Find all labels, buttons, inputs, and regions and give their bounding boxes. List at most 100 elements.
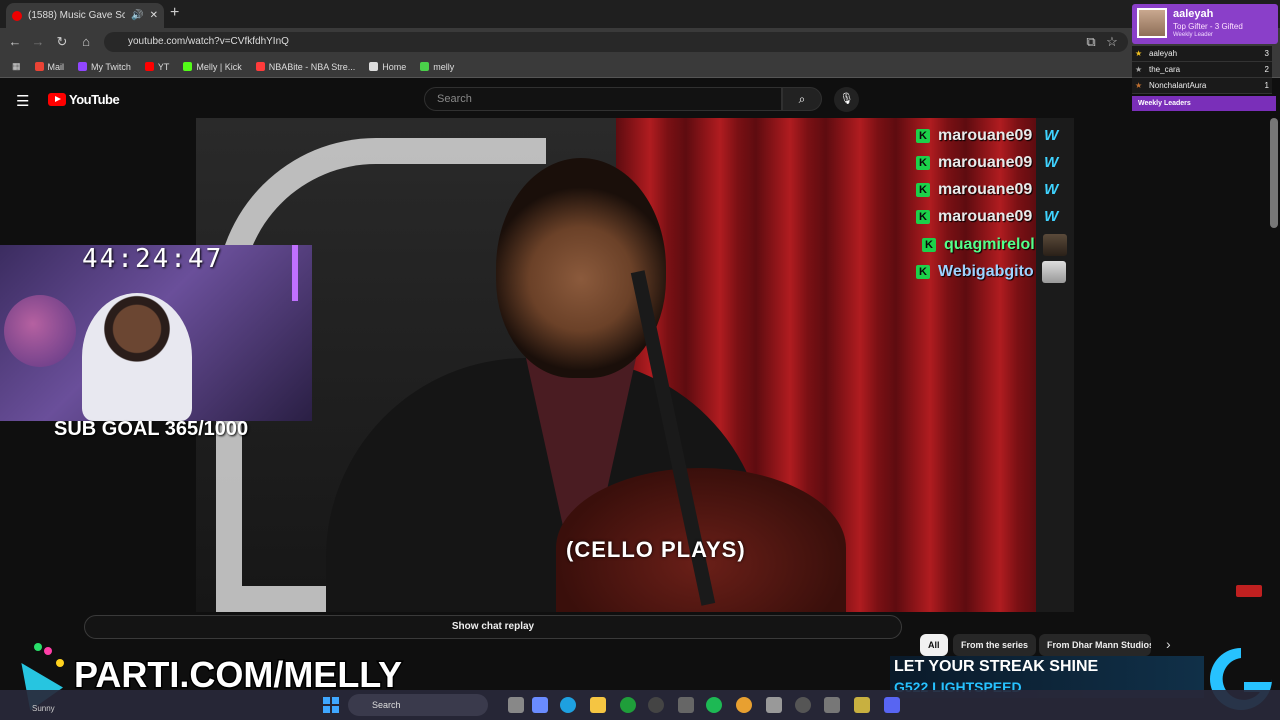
xbox-icon[interactable] [620,697,636,713]
bookmark-melly-kick[interactable]: Melly | Kick [183,62,242,72]
page-scrollbar[interactable] [1270,118,1278,228]
browser-tab-strip [0,0,1280,28]
discord-icon[interactable] [884,697,900,713]
kick-icon [183,62,193,71]
user-avatar [1042,234,1067,256]
windows-taskbar [0,690,1280,720]
chat-username: Webigabgito [938,263,1034,280]
w-badge-icon: W [1044,154,1059,171]
youtube-favicon-icon [12,10,22,21]
app-icon[interactable] [854,697,870,713]
star-icon: ★ [1135,65,1143,74]
close-tab-icon[interactable]: ✕ [150,10,158,21]
apps-icon[interactable]: ▦ [12,61,21,72]
kick-icon: K [916,156,930,170]
bookmark-mail[interactable]: Mail [34,62,64,72]
led-light [292,245,298,301]
user-avatar [1041,261,1066,283]
kick-icon: K [916,210,930,224]
top-gifter-avatar [1137,8,1167,38]
subscribe-watermark-icon[interactable] [1236,585,1262,597]
back-icon[interactable]: ← [6,33,24,51]
bookmark-star-icon[interactable]: ☆ [1103,33,1121,51]
task-view-icon[interactable] [508,697,524,713]
app-icon[interactable] [824,697,840,713]
leaderboard-footer: Weekly Leaders [1132,96,1276,111]
menu-icon[interactable]: ☰ [16,92,29,110]
show-chat-replay-button[interactable]: Show chat replay [84,615,902,639]
stream-timer: 44:24:47 [82,244,224,274]
bookmark-melly[interactable]: melly [420,62,454,72]
spotify-icon[interactable] [706,697,722,713]
chevron-right-icon[interactable]: › [1166,636,1171,652]
bookmark-my-twitch[interactable]: My Twitch [78,62,131,72]
cellist-head [496,158,666,378]
mic-icon: 🎙 [839,93,854,105]
leaderboard-list: ★ aaleyah 3 ★ the_cara 2 ★ NonchalantAura 1 [1132,46,1272,94]
chip-from-the-series[interactable]: From the series [953,634,1037,656]
mail-icon [34,62,44,71]
kick-icon: K [916,183,930,197]
chrome-icon[interactable] [736,697,752,713]
voice-search-button[interactable]: 🎙 [834,87,859,112]
github-icon[interactable] [648,697,664,713]
media-player-icon[interactable] [795,697,811,713]
leaderboard-row: ★ aaleyah 3 [1132,46,1272,62]
reload-icon[interactable]: ↻ [53,33,71,51]
copilot-icon[interactable] [532,697,548,713]
kick-icon: K [916,265,930,279]
chat-username: marouane09 [938,154,1033,171]
bookmark-nbabite[interactable]: NBABite - NBA Stre... [255,62,355,72]
melly-icon [420,62,430,71]
chat-message: K Webigabgito [916,260,1066,284]
top-gifter-name: aaleyah [1173,8,1214,20]
video-caption: (CELLO PLAYS) [566,537,746,562]
taskbar-search[interactable]: Search [348,694,488,716]
nbabite-icon [255,62,265,71]
sub-goal: SUB GOAL 365/1000 [54,418,249,440]
search-input[interactable]: Search [424,87,782,111]
star-icon: ★ [1135,81,1143,90]
chat-username: marouane09 [938,208,1033,225]
file-explorer-icon[interactable] [590,697,606,713]
weather-widget[interactable]: Sunny [32,704,55,713]
top-gifter-tag: Weekly Leader [1173,32,1213,38]
search-icon: ⌕ [798,92,806,106]
browser-tab[interactable]: (1588) Music Gave School J 🔊 ✕ [6,3,164,28]
leaderboard-row: ★ NonchalantAura 1 [1132,78,1272,94]
chat-username: marouane09 [938,181,1033,198]
w-badge-icon: W [1044,181,1059,198]
star-icon: ★ [1135,49,1143,58]
w-badge-icon: W [1044,127,1059,144]
leaderboard-row: ★ the_cara 2 [1132,62,1272,78]
forward-icon[interactable]: → [29,33,47,51]
twitch-icon [78,62,88,71]
store-icon[interactable] [678,697,694,713]
chip-from-dhar-mann-studios[interactable]: From Dhar Mann Studios [1039,634,1151,656]
top-gifter-subtitle: Top Gifter - 3 Gifted [1173,22,1243,31]
new-tab-button[interactable]: + [170,4,179,22]
chip-all[interactable]: All [920,634,948,656]
chat-message: K marouane09 W [916,151,1062,175]
bookmark-yt[interactable]: YT [144,62,169,72]
chat-message: K marouane09 W [916,178,1062,202]
tab-title: (1588) Music Gave School J [28,10,126,21]
search-button[interactable]: ⌕ [782,87,822,111]
bookmark-home[interactable]: Home [369,62,406,72]
x-icon [369,62,379,71]
chat-username: marouane09 [938,127,1033,144]
bookmarks-bar: ▦ Mail My Twitch YT Melly | Kick NBABite… [0,56,1280,78]
home-icon[interactable]: ⌂ [77,33,95,51]
app-icon[interactable] [766,697,782,713]
windows-start-icon[interactable] [323,697,339,713]
youtube-logo[interactable]: YouTube [48,92,120,107]
w-badge-icon: W [1044,208,1059,225]
disco-ball [4,295,76,367]
address-bar[interactable]: youtube.com/watch?v=CVfkfdhYInQ [104,32,1128,52]
chat-message: K marouane09 W [916,124,1062,148]
youtube-icon [144,62,154,71]
edge-icon[interactable] [560,697,576,713]
speaker-icon: 🔊 [131,10,144,21]
streamer [82,293,192,421]
install-app-icon[interactable]: ⧉ [1082,33,1100,51]
